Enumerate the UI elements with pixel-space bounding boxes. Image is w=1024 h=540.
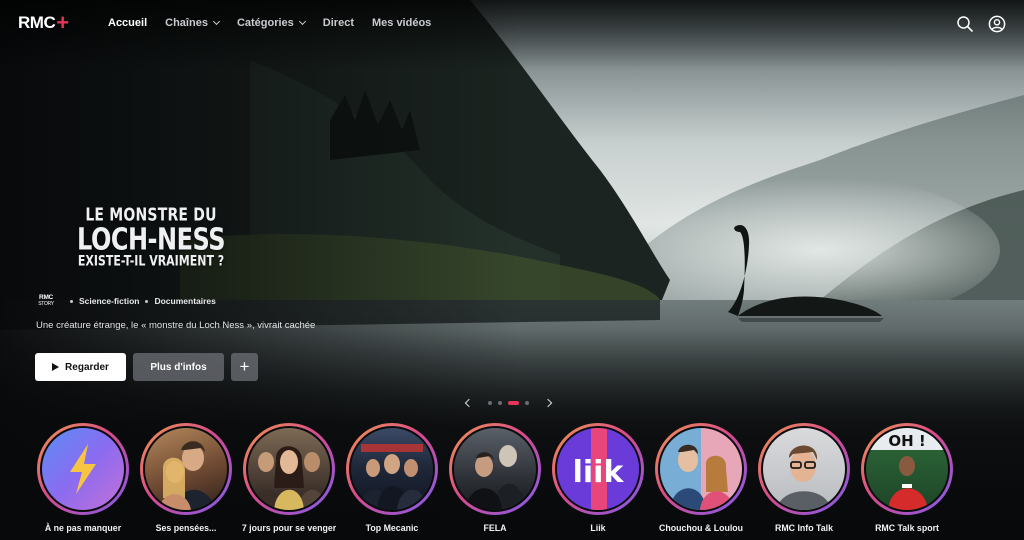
program-meta: RMC STORY Science-fiction Documentaires	[36, 294, 216, 307]
rail-item-a-ne-pas-manquer[interactable]: À ne pas manquer	[37, 423, 129, 533]
lightning-icon	[70, 444, 96, 494]
story-ring	[449, 423, 541, 515]
story-thumbnail	[761, 426, 847, 512]
liik-logo-text: liik	[573, 455, 625, 490]
genre-tag: Documentaires	[154, 296, 216, 306]
header-actions	[956, 15, 1006, 33]
title-line-3: EXISTE-T-IL VRAIMENT ?	[77, 253, 225, 270]
logo-text: RMC	[18, 13, 56, 32]
rail-item-chouchou-loulou[interactable]: Chouchou & Loulou	[655, 423, 747, 533]
nav-label: Catégories	[236, 17, 294, 29]
rail-item-fela[interactable]: FELA	[449, 423, 541, 533]
carousel-pager	[464, 398, 553, 408]
story-thumbnail	[246, 426, 332, 512]
more-info-label: Plus d'infos	[150, 361, 207, 373]
couple-thumbnail-image	[159, 441, 215, 510]
plus-icon: +	[239, 357, 250, 376]
channel-logo: RMC STORY	[36, 294, 56, 307]
rail-item-ses-pensees[interactable]: Ses pensées...	[140, 423, 232, 533]
rail-item-label: RMC Talk sport	[875, 523, 939, 533]
watch-button-label: Regarder	[65, 361, 109, 373]
mechanics-thumbnail-image	[359, 444, 427, 510]
presenter-thumbnail-image	[777, 445, 831, 510]
watch-button[interactable]: Regarder	[35, 353, 126, 381]
rail-item-label: Chouchou & Loulou	[658, 523, 744, 533]
rail-item-label: FELA	[483, 523, 507, 533]
banner-text: OH !	[888, 432, 925, 450]
rail-item-liik[interactable]: liik Liik	[552, 423, 644, 533]
story-ring	[655, 423, 747, 515]
nav-label: Accueil	[108, 17, 148, 29]
top-navigation: RMC + Accueil Chaînes Catégories Direct …	[0, 0, 1024, 48]
rmc-plus-logo[interactable]: RMC +	[18, 10, 69, 35]
cast-thumbnail-image	[254, 446, 326, 510]
story-ring	[140, 423, 232, 515]
show-title-logo: LE MONSTRE DU LOCH-NESS EXISTE-T-IL VRAI…	[66, 206, 236, 270]
story-ring: OH !	[861, 423, 953, 515]
rail-item-top-mecanic[interactable]: Top Mecanic	[346, 423, 438, 533]
story-thumbnail	[658, 426, 744, 512]
rail-item-rmc-info-talk[interactable]: RMC Info Talk	[758, 423, 850, 533]
rail-item-rmc-talk-sport[interactable]: OH ! RMC Talk sport	[861, 423, 953, 533]
nav-item-mes-videos[interactable]: Mes vidéos	[372, 17, 431, 29]
pager-dot-active[interactable]	[508, 401, 519, 405]
rail-item-7-jours[interactable]: 7 jours pour se venger	[241, 423, 337, 533]
chevron-left-icon[interactable]	[464, 398, 474, 408]
nav-item-direct[interactable]: Direct	[323, 17, 354, 29]
add-to-list-button[interactable]: +	[231, 353, 258, 381]
rail-item-label: Liik	[590, 523, 606, 533]
story-thumbnail	[143, 426, 229, 512]
story-thumbnail	[452, 426, 538, 512]
nav-item-categories[interactable]: Catégories	[236, 17, 306, 29]
rail-item-label: Top Mecanic	[365, 523, 419, 533]
synopsis: Une créature étrange, le « monstre du Lo…	[36, 320, 316, 331]
fela-thumbnail-image	[466, 445, 526, 510]
nav-label: Direct	[322, 17, 354, 29]
story-thumbnail: liik	[555, 426, 641, 512]
nav-item-chaines[interactable]: Chaînes	[165, 17, 220, 29]
nav-label: Mes vidéos	[371, 17, 432, 29]
pager-dot[interactable]	[498, 401, 502, 405]
story-thumbnail	[349, 426, 435, 512]
channel-rail: À ne pas manquer Ses pensées... 7 jours …	[37, 423, 953, 533]
genre-tag: Science-fiction	[79, 296, 140, 306]
title-line-2: LOCH-NESS	[77, 221, 225, 257]
rail-item-label: RMC Info Talk	[775, 523, 833, 533]
account-icon[interactable]	[988, 15, 1006, 33]
football-thumbnail-image: OH !	[866, 428, 948, 510]
nav-item-accueil[interactable]: Accueil	[108, 17, 147, 29]
more-info-button[interactable]: Plus d'infos	[133, 353, 224, 381]
liik-logo: liik	[557, 428, 639, 510]
pager-dot[interactable]	[488, 401, 492, 405]
story-ring: liik	[552, 423, 644, 515]
main-nav: Accueil Chaînes Catégories Direct Mes vi…	[108, 17, 431, 29]
story-ring	[346, 423, 438, 515]
rail-item-label: Ses pensées...	[155, 523, 217, 533]
channel-logo-line-2: STORY	[38, 301, 54, 307]
chevron-down-icon	[298, 17, 306, 26]
pager-dot[interactable]	[525, 401, 529, 405]
rail-item-label: 7 jours pour se venger	[241, 523, 337, 533]
chevron-right-icon[interactable]	[543, 398, 553, 408]
separator-dot	[145, 299, 149, 303]
play-icon	[52, 363, 60, 371]
search-icon[interactable]	[956, 15, 974, 33]
couple-thumbnail-image	[670, 444, 734, 510]
story-thumbnail	[40, 426, 126, 512]
separator-dot	[70, 299, 73, 303]
nav-label: Chaînes	[165, 17, 208, 29]
rail-item-label: À ne pas manquer	[44, 523, 122, 533]
story-ring	[758, 423, 850, 515]
story-ring	[37, 423, 129, 515]
story-ring	[243, 423, 335, 515]
logo-plus: +	[56, 10, 69, 35]
story-thumbnail: OH !	[864, 426, 950, 512]
chevron-down-icon	[212, 17, 220, 26]
